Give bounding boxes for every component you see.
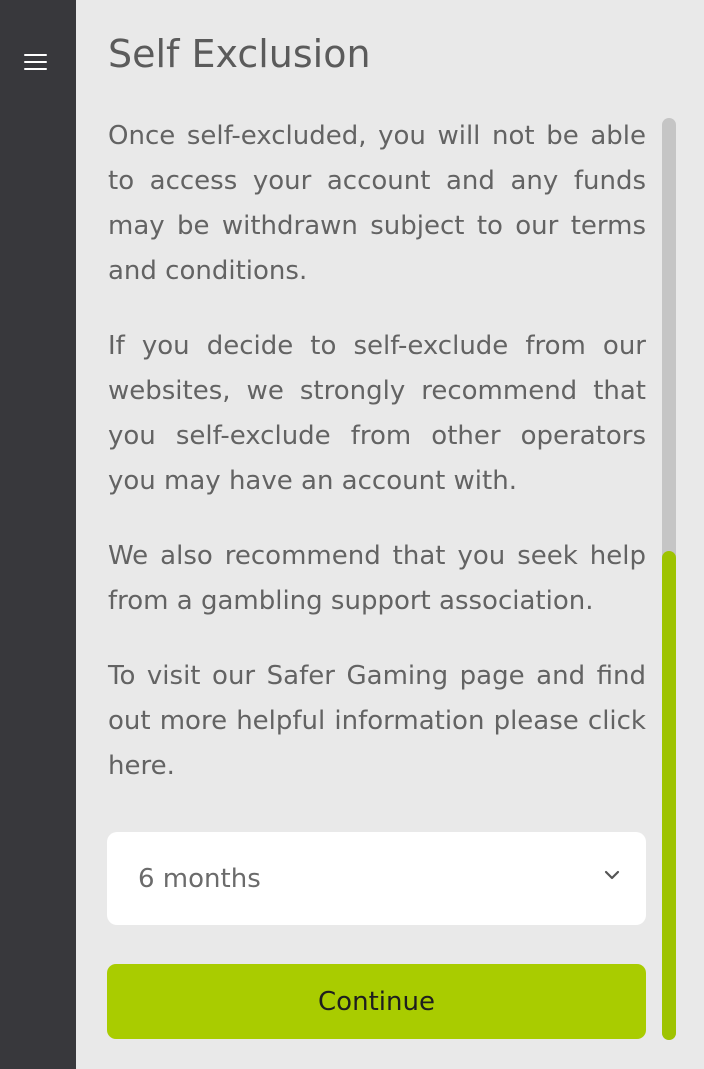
duration-value: 6 months — [138, 864, 261, 894]
paragraph-self-exclusion-effect: Once self-excluded, you will not be able… — [108, 121, 646, 286]
hamburger-menu-icon[interactable] — [22, 52, 48, 74]
duration-select[interactable]: 6 months — [107, 832, 646, 925]
info-text: Once self-excluded, you will not be able… — [108, 114, 646, 819]
page-title: Self Exclusion — [108, 32, 371, 76]
chevron-down-icon — [604, 870, 620, 880]
main-panel: Self Exclusion Once self-excluded, you w… — [76, 0, 704, 1069]
sidebar — [0, 0, 76, 1069]
paragraph-safer-gaming-link[interactable]: To visit our Safer Gaming page and find … — [108, 654, 646, 789]
scrollbar[interactable] — [662, 118, 676, 1040]
continue-button[interactable]: Continue — [107, 964, 646, 1039]
paragraph-other-operators: If you decide to self-exclude from our w… — [108, 331, 646, 496]
scroll-progress — [662, 551, 676, 1040]
paragraph-support-association: We also recommend that you seek help fro… — [108, 541, 646, 616]
